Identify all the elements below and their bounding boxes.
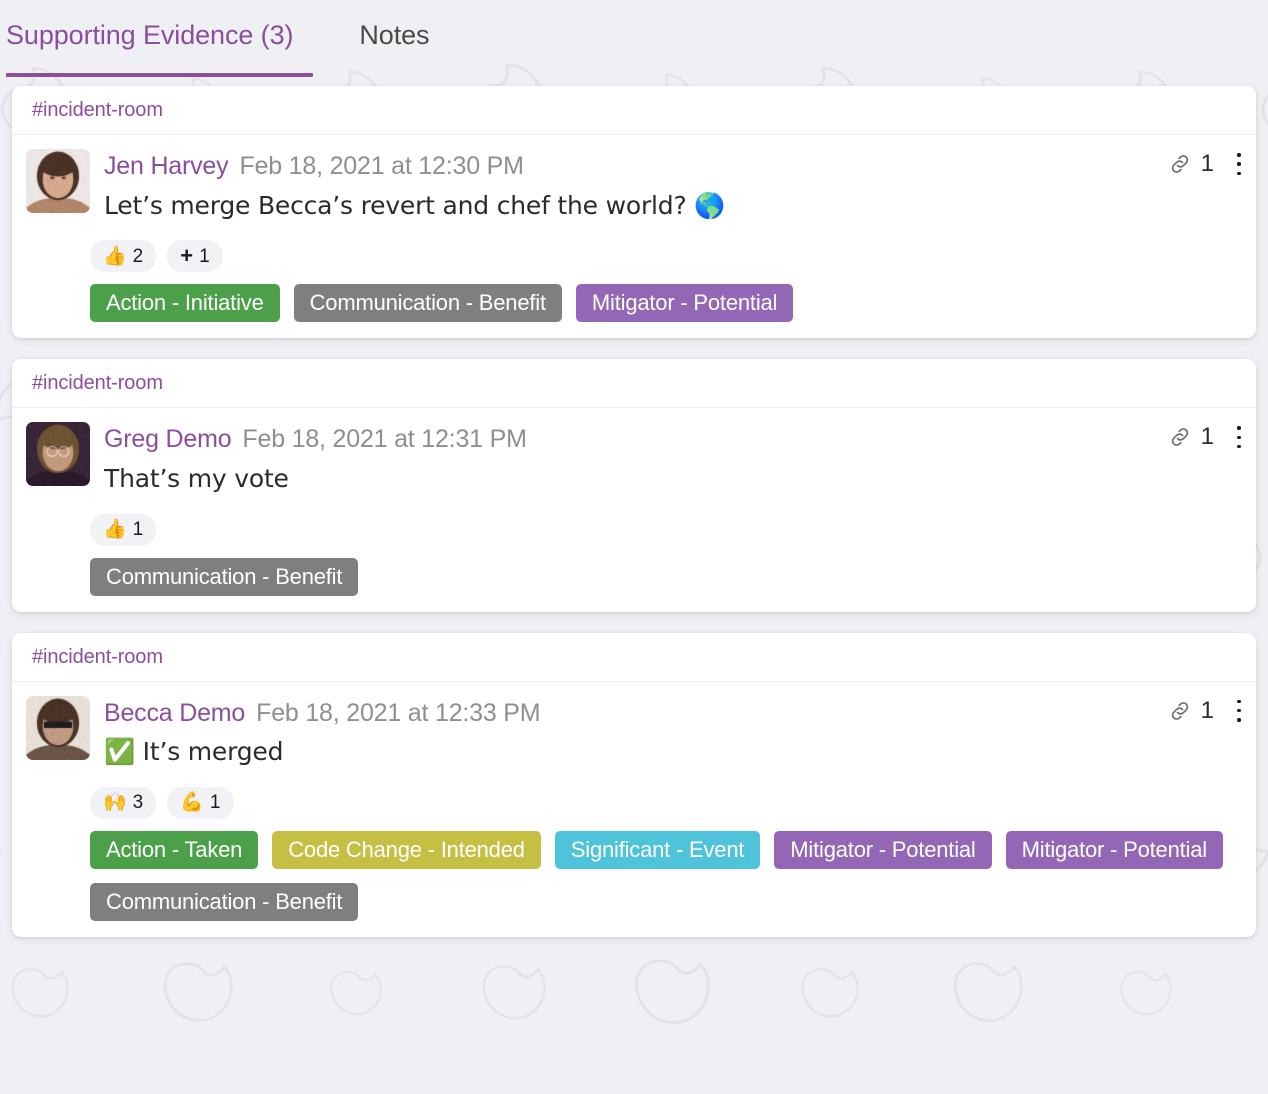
add-reaction-icon: + [180,245,193,267]
tag-list: Action - Taken Code Change - Intended Sign… [90,831,1256,937]
reaction-emoji: 👍 [103,520,127,539]
message-column: Jen Harvey Feb 18, 2021 at 12:30 PM Let’s … [104,149,1242,222]
message-meta: Becca Demo Feb 18, 2021 at 12:33 PM [104,700,1242,728]
author-name[interactable]: Greg Demo [104,426,231,454]
card-actions: 1 [1168,698,1242,724]
reaction-count: 2 [133,247,144,266]
author-name[interactable]: Jen Harvey [104,153,228,181]
link-icon[interactable] [1168,699,1192,723]
reaction-count: 1 [133,520,144,539]
author-name[interactable]: Becca Demo [104,700,245,728]
tab-supporting-evidence[interactable]: Supporting Evidence (3) [6,0,293,49]
link-count: 1 [1201,699,1214,723]
channel-link[interactable]: #incident-room [32,99,163,121]
message-timestamp: Feb 18, 2021 at 12:33 PM [256,700,540,728]
message-column: Becca Demo Feb 18, 2021 at 12:33 PM ✅ It’s… [104,696,1242,769]
card-header: #incident-room [12,86,1256,135]
message-timestamp: Feb 18, 2021 at 12:31 PM [242,426,526,454]
reaction-pill[interactable]: +1 [167,240,223,272]
card-header: #incident-room [12,359,1256,408]
reaction-emoji: 💪 [180,793,204,812]
tag-chip[interactable]: Communication - Benefit [90,883,358,921]
tag-chip[interactable]: Significant - Event [555,831,761,869]
tab-bar: Supporting Evidence (3) Notes [0,0,1268,86]
reaction-count: 1 [210,793,221,812]
reaction-emoji: 👍 [103,247,127,266]
channel-link[interactable]: #incident-room [32,372,163,394]
card-body: Jen Harvey Feb 18, 2021 at 12:30 PM Let’s … [12,135,1256,222]
link-count: 1 [1201,152,1214,176]
reaction-emoji: 🙌 [103,793,127,812]
evidence-card: #incident-room Becca Demo Feb 18, 2021 at … [12,633,1256,937]
tag-chip[interactable]: Action - Initiative [90,284,280,322]
channel-link[interactable]: #incident-room [32,646,163,668]
evidence-card: #incident-room Jen Harvey Feb 18, 2021 at … [12,86,1256,338]
reaction-pill[interactable]: 💪 1 [167,787,233,819]
tag-chip[interactable]: Communication - Benefit [294,284,562,322]
tag-list: Action - Initiative Communication - Benef… [90,284,1256,338]
message-timestamp: Feb 18, 2021 at 12:30 PM [239,153,523,181]
tag-chip[interactable]: Mitigator - Potential [774,831,991,869]
message-text: That’s my vote [104,462,1242,496]
reaction-count: 3 [133,793,144,812]
tag-chip[interactable]: Communication - Benefit [90,558,358,596]
tag-chip[interactable]: Mitigator - Potential [576,284,793,322]
message-text: Let’s merge Becca’s revert and chef the … [104,189,1242,223]
kebab-menu-icon[interactable] [1236,424,1242,450]
message-meta: Jen Harvey Feb 18, 2021 at 12:30 PM [104,153,1242,181]
avatar [26,422,90,486]
tag-chip[interactable]: Action - Taken [90,831,258,869]
kebab-menu-icon[interactable] [1236,698,1242,724]
reaction-pill[interactable]: 👍 1 [90,514,156,546]
reaction-list: 👍 2 +1 [90,240,1256,272]
card-actions: 1 [1168,151,1242,177]
reaction-count: 1 [199,247,210,266]
evidence-page: Supporting Evidence (3) Notes #incident-… [0,0,1268,1094]
message-text: ✅ It’s merged [104,735,1242,769]
evidence-card-list: #incident-room Jen Harvey Feb 18, 2021 at … [0,86,1268,937]
card-header: #incident-room [12,633,1256,682]
link-icon[interactable] [1168,425,1192,449]
link-icon[interactable] [1168,152,1192,176]
tag-chip[interactable]: Code Change - Intended [272,831,541,869]
evidence-card: #incident-room Greg Demo Feb 18, 2021 at 1… [12,359,1256,611]
reaction-list: 🙌 3 💪 1 [90,787,1256,819]
message-column: Greg Demo Feb 18, 2021 at 12:31 PM That’s … [104,422,1242,495]
card-body: Greg Demo Feb 18, 2021 at 12:31 PM That’s … [12,408,1256,495]
avatar [26,149,90,213]
message-meta: Greg Demo Feb 18, 2021 at 12:31 PM [104,426,1242,454]
tag-list: Communication - Benefit [90,558,1256,612]
avatar [26,696,90,760]
kebab-menu-icon[interactable] [1236,151,1242,177]
reaction-pill[interactable]: 🙌 3 [90,787,156,819]
reaction-pill[interactable]: 👍 2 [90,240,156,272]
card-body: Becca Demo Feb 18, 2021 at 12:33 PM ✅ It’s… [12,682,1256,769]
active-tab-underline [6,73,313,77]
tab-notes[interactable]: Notes [359,0,429,49]
card-actions: 1 [1168,424,1242,450]
reaction-list: 👍 1 [90,514,1256,546]
link-count: 1 [1201,425,1214,449]
tag-chip[interactable]: Mitigator - Potential [1006,831,1223,869]
